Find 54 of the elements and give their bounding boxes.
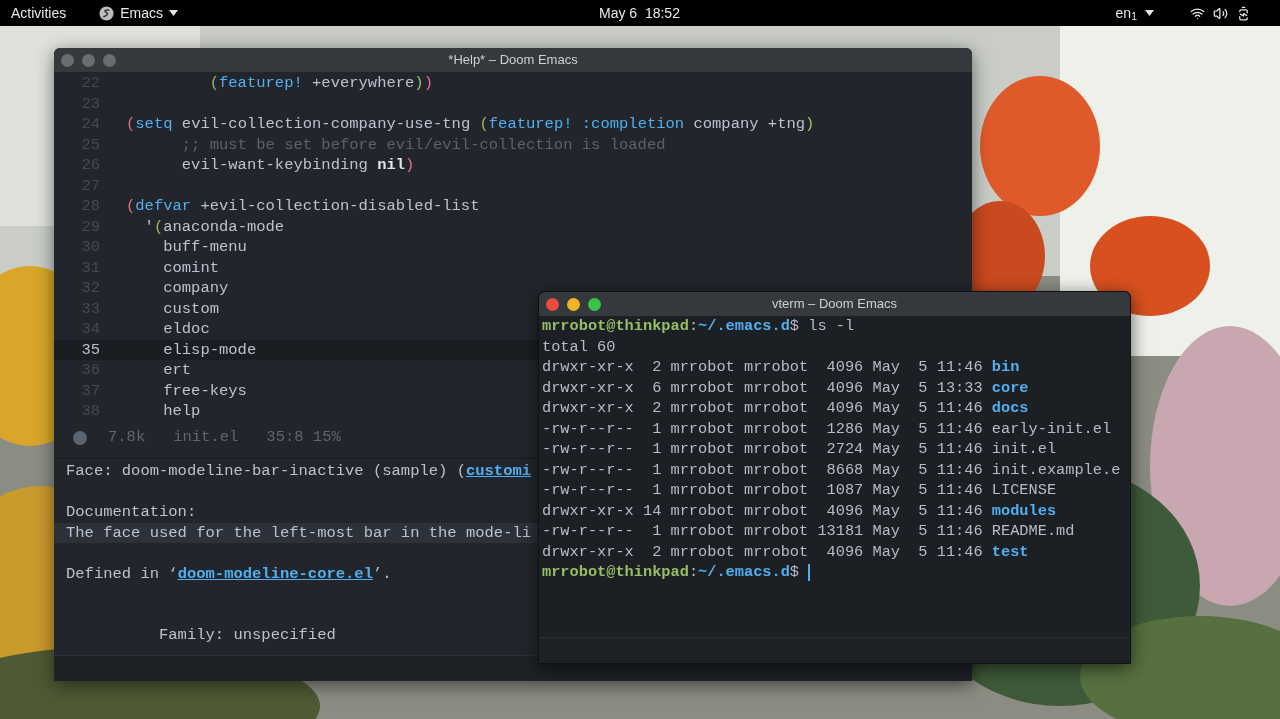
minimize-button[interactable] (567, 297, 580, 311)
terminal-line: mrrobot@thinkpad:~/.emacs.d$ (542, 562, 801, 583)
help-text: Defined in ‘doom-modeline-core.el’. (66, 564, 392, 583)
help-text: Family: unspecified (158, 626, 336, 644)
help-text: Face: doom-modeline-bar-inactive (sample) (customi (66, 462, 532, 480)
activities-button[interactable]: Activities (11, 2, 67, 24)
caret-icon (1145, 10, 1154, 16)
code-line: ;; must be set before evil/evil-collection is loaded (180, 134, 666, 155)
code-line: help (162, 401, 201, 418)
code-line: elisp-mode (162, 339, 257, 360)
clock[interactable]: May 6 18:52 (599, 2, 680, 24)
code-line: company (162, 278, 229, 299)
terminal-line: drwxr-xr-x 2 mrrobot mrrobot 4096 May 5 11:46 docs (542, 399, 1029, 417)
volume-icon[interactable] (1213, 5, 1228, 21)
terminal-line: drwxr-xr-x 6 mrrobot mrrobot 4096 May 5 13:33 core (542, 378, 1029, 397)
code-line: (setq evil-collection-company-use-tng (featurep! :completion company +tng) (126, 114, 815, 135)
window-title: *Help* – Doom Emacs (447, 51, 579, 70)
wifi-icon[interactable] (1190, 5, 1205, 21)
maximize-button[interactable] (588, 297, 601, 311)
code-line: (featurep! +everywhere)) (208, 73, 433, 94)
terminal-line: -rw-r--r-- 1 mrrobot mrrobot 1087 May 5 11:46 LICENSE (542, 481, 1057, 499)
code-line: evil-want-keybinding nil) (180, 155, 415, 176)
help-text: Documentation: (66, 503, 197, 521)
code-line: ert (162, 360, 192, 381)
line-number: 35 (80, 339, 100, 360)
terminal-line: drwxr-xr-x 14 mrrobot mrrobot 4096 May 5 11:46 modules (542, 501, 1057, 520)
code-line: free-keys (162, 380, 247, 401)
terminal-line: mrrobot@thinkpad:~/.emacs.d$ ls -l (542, 316, 855, 337)
help-text: The face used for the left-most bar in the mode-li (66, 523, 532, 542)
terminal-line: drwxr-xr-x 2 mrrobot mrrobot 4096 May 5 11:46 bin (542, 358, 1020, 376)
code-line: (defvar +evil-collection-disabled-list (126, 196, 480, 217)
terminal-line: -rw-r--r-- 1 mrrobot mrrobot 8668 May 5 11:46 init.example.e (542, 460, 1121, 479)
keyboard-layout-menu[interactable]: en$_{1}$ (1115, 2, 1154, 24)
code-line: buff-menu (162, 237, 247, 258)
link[interactable]: doom-modeline-core.el (177, 564, 373, 583)
link[interactable]: customi (465, 462, 532, 480)
app-menu[interactable]: Emacs (99, 2, 179, 24)
window-title: vterm – Doom Emacs (771, 295, 898, 314)
cursor-position: 35:8 15% (266, 427, 341, 449)
caret-icon (169, 10, 179, 16)
code-line: '(anaconda-mode (143, 216, 285, 237)
terminal-line: -rw-r--r-- 1 mrrobot mrrobot 2724 May 5 11:46 init.el (542, 440, 1057, 458)
close-button[interactable] (546, 297, 559, 311)
code-line: eldoc (162, 319, 210, 340)
text-cursor (808, 563, 811, 581)
battery-icon[interactable] (1236, 5, 1251, 21)
terminal-line: total 60 (542, 337, 616, 356)
buffer-name: init.el (173, 427, 239, 449)
terminal-line: -rw-r--r-- 1 mrrobot mrrobot 13181 May 5 11:46 README.md (542, 522, 1075, 540)
terminal-line: -rw-r--r-- 1 mrrobot mrrobot 1286 May 5 11:46 early-init.el (542, 419, 1112, 438)
buffer-size: 7.8k (108, 427, 146, 449)
terminal-line: drwxr-xr-x 2 mrrobot mrrobot 4096 May 5 11:46 test (542, 542, 1029, 561)
code-line: custom (162, 298, 219, 319)
code-line: comint (162, 257, 219, 278)
